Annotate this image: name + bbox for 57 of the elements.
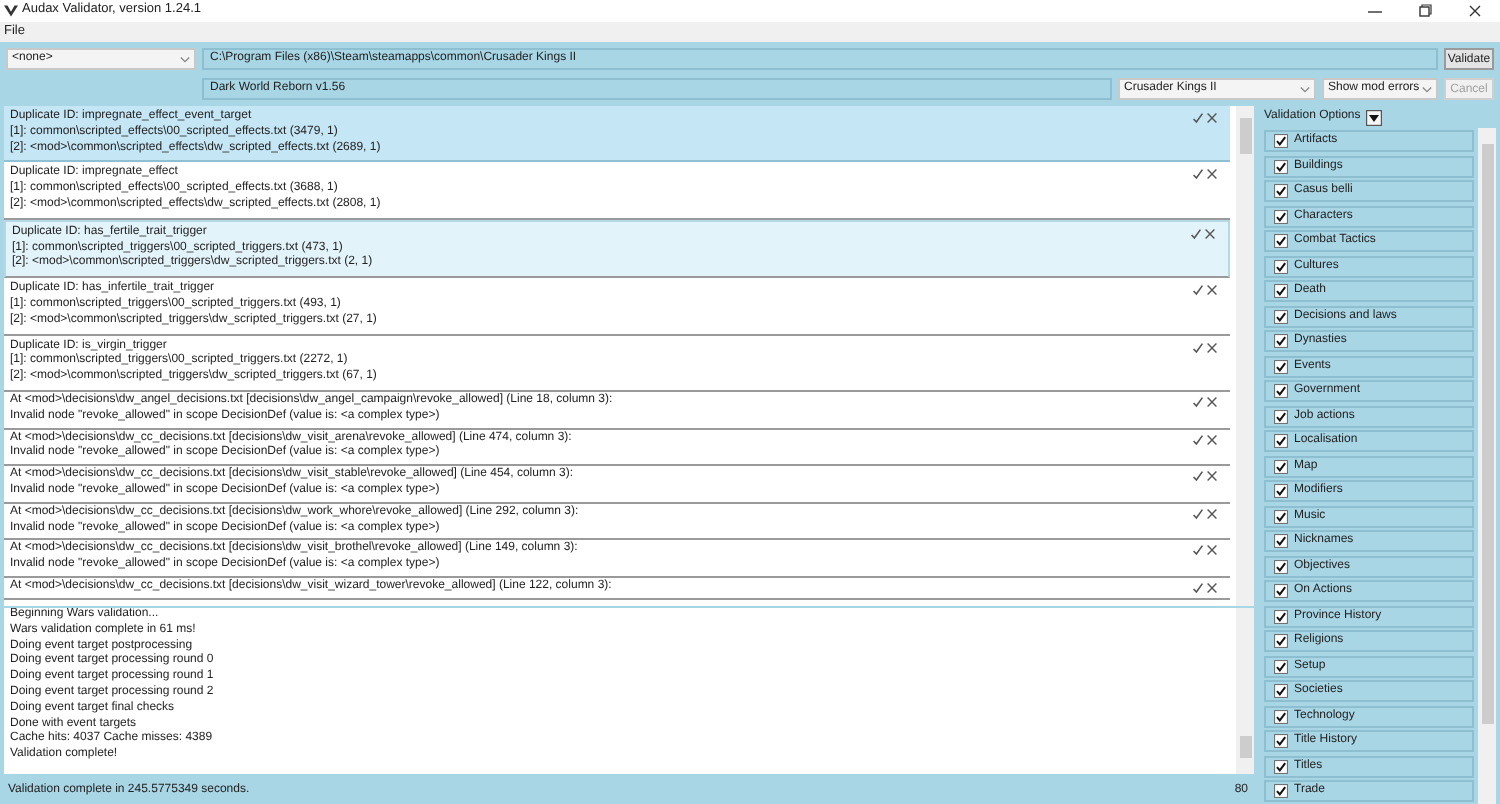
checkbox[interactable] bbox=[1274, 734, 1288, 748]
checkmark-icon[interactable] bbox=[1192, 395, 1204, 408]
checkbox[interactable] bbox=[1274, 159, 1288, 173]
checkbox[interactable] bbox=[1274, 484, 1288, 498]
checkbox[interactable] bbox=[1274, 534, 1288, 548]
checkmark-icon[interactable] bbox=[1192, 284, 1204, 297]
chevron-icon bbox=[1422, 85, 1432, 93]
scrollbar[interactable] bbox=[1236, 608, 1254, 774]
checkbox[interactable] bbox=[1274, 759, 1288, 773]
checkbox[interactable] bbox=[1274, 134, 1288, 148]
checkbox[interactable] bbox=[1274, 634, 1288, 648]
close-icon[interactable] bbox=[1206, 581, 1218, 594]
close-icon[interactable] bbox=[1206, 284, 1218, 297]
chevron-icon bbox=[1300, 85, 1310, 93]
checkbox[interactable] bbox=[1274, 709, 1288, 723]
checkbox[interactable] bbox=[1274, 209, 1288, 223]
checkbox[interactable] bbox=[1274, 284, 1288, 298]
close-icon[interactable] bbox=[1204, 227, 1216, 240]
checkmark-icon[interactable] bbox=[1192, 112, 1204, 124]
close-icon[interactable] bbox=[1206, 507, 1218, 520]
checkmark-icon[interactable] bbox=[1192, 470, 1204, 483]
checkbox[interactable] bbox=[1274, 509, 1288, 523]
scrollbar[interactable] bbox=[1236, 106, 1254, 606]
close-icon[interactable] bbox=[1206, 112, 1218, 124]
close-icon[interactable] bbox=[1206, 395, 1218, 408]
scrollbar[interactable] bbox=[1478, 128, 1496, 804]
checkbox[interactable] bbox=[1274, 684, 1288, 698]
checkbox[interactable] bbox=[1274, 259, 1288, 273]
checkmark-icon[interactable] bbox=[1190, 227, 1202, 240]
chevron-icon bbox=[180, 55, 190, 63]
checkbox[interactable] bbox=[1274, 309, 1288, 323]
checkbox[interactable] bbox=[1274, 234, 1288, 248]
checkbox[interactable] bbox=[1274, 184, 1288, 198]
checkbox[interactable] bbox=[1274, 584, 1288, 598]
checkbox[interactable] bbox=[1274, 434, 1288, 448]
checkmark-icon[interactable] bbox=[1192, 544, 1204, 557]
close-icon[interactable] bbox=[1206, 544, 1218, 557]
checkmark-icon[interactable] bbox=[1192, 433, 1204, 446]
close-icon[interactable] bbox=[1206, 168, 1218, 181]
app-logo-icon bbox=[4, 4, 18, 18]
checkbox[interactable] bbox=[1274, 384, 1288, 398]
checkbox[interactable] bbox=[1274, 609, 1288, 623]
checkmark-icon[interactable] bbox=[1192, 341, 1204, 354]
checkbox[interactable] bbox=[1274, 359, 1288, 373]
checkbox[interactable] bbox=[1274, 784, 1288, 798]
close-icon[interactable] bbox=[1206, 433, 1218, 446]
checkmark-icon[interactable] bbox=[1192, 507, 1204, 520]
checkbox[interactable] bbox=[1274, 559, 1288, 573]
checkbox[interactable] bbox=[1274, 334, 1288, 348]
dropdown-toggle-icon[interactable] bbox=[1366, 109, 1383, 125]
checkbox[interactable] bbox=[1274, 459, 1288, 473]
checkbox[interactable] bbox=[1274, 409, 1288, 423]
checkbox[interactable] bbox=[1274, 659, 1288, 673]
close-icon[interactable] bbox=[1206, 470, 1218, 483]
checkmark-icon[interactable] bbox=[1192, 581, 1204, 594]
close-icon[interactable] bbox=[1206, 341, 1218, 354]
checkmark-icon[interactable] bbox=[1192, 168, 1204, 181]
